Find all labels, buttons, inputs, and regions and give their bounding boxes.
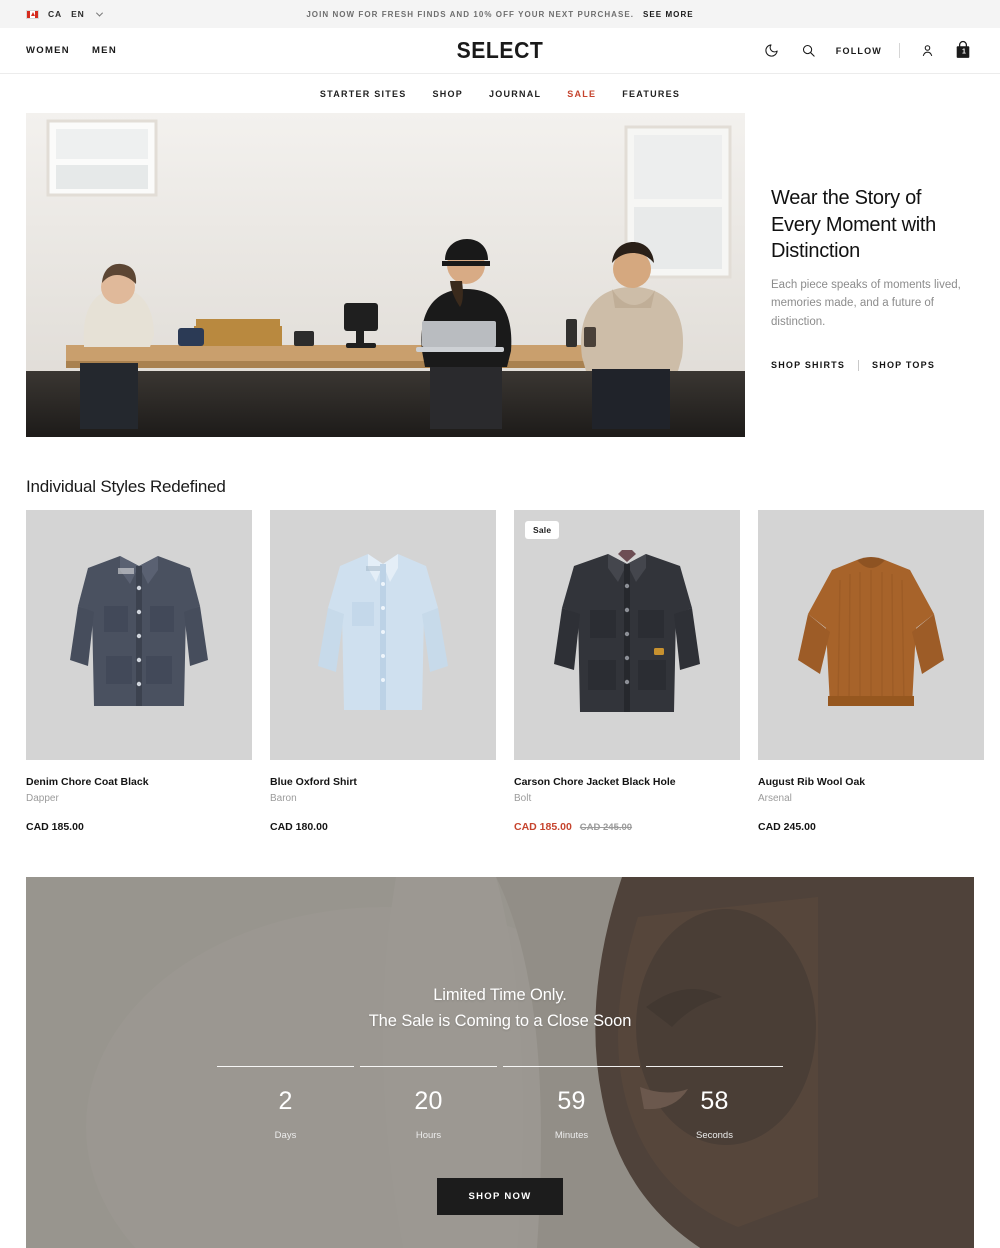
product-brand: Bolt — [514, 793, 532, 804]
chevron-down-icon — [95, 9, 103, 17]
product-price: CAD 180.00 — [270, 821, 496, 833]
product-name: Denim Chore Coat Black — [26, 776, 149, 788]
secondary-navigation: STARTER SITES SHOP JOURNAL SALE FEATURES — [0, 74, 1000, 113]
nav-item-starter-sites[interactable]: STARTER SITES — [320, 89, 407, 99]
product-list: Denim Chore Coat Black Dapper CAD 185.00 — [26, 510, 1000, 833]
countdown-days-label: Days — [274, 1130, 297, 1142]
product-brand: Baron — [270, 793, 297, 804]
shop-shirts-link[interactable]: SHOP SHIRTS — [771, 360, 845, 370]
product-card[interactable]: Blue Oxford Shirt Baron CAD 180.00 — [270, 510, 496, 833]
nav-item-sale[interactable]: SALE — [567, 89, 596, 99]
carson-chore-jacket-illustration — [514, 510, 740, 760]
shop-now-button[interactable]: SHOP NOW — [437, 1178, 563, 1216]
see-more-link[interactable]: SEE MORE — [643, 10, 694, 19]
product-name: Blue Oxford Shirt — [270, 776, 357, 788]
account-person-icon[interactable] — [917, 41, 937, 61]
product-brand: Arsenal — [758, 793, 792, 804]
hero-section: Wear the Story of Every Moment with Dist… — [0, 113, 1000, 437]
product-image[interactable] — [26, 510, 252, 760]
product-price-current: CAD 180.00 — [270, 821, 328, 833]
denim-chore-coat-illustration — [26, 510, 252, 760]
countdown-unit-days: 2 Days — [217, 1066, 354, 1141]
announcement-message-group: JOIN NOW FOR FRESH FINDS AND 10% OFF YOU… — [0, 0, 1000, 28]
announcement-message: JOIN NOW FOR FRESH FINDS AND 10% OFF YOU… — [306, 9, 635, 19]
hero-cta-group: SHOP SHIRTS SHOP TOPS — [771, 359, 974, 371]
shopping-bag-icon[interactable]: 1 — [954, 40, 974, 61]
product-price: CAD 245.00 — [758, 821, 984, 833]
locale-selector[interactable]: CA EN — [26, 9, 103, 19]
follow-button[interactable]: FOLLOW — [836, 46, 882, 56]
product-card[interactable]: Sale Carson Chore Jacket Black Hole Bolt… — [514, 510, 740, 833]
search-icon[interactable] — [799, 41, 819, 61]
header-divider — [899, 43, 900, 58]
product-price-compare-at: CAD 245.00 — [579, 822, 633, 833]
products-section-title: Individual Styles Redefined — [26, 477, 226, 496]
site-header: WOMEN MEN SELECT FOLLOW 1 — [0, 28, 1000, 74]
hero-cta-divider — [858, 359, 860, 371]
bag-count-badge: 1 — [962, 48, 966, 56]
canada-flag-icon — [26, 9, 39, 19]
product-name: August Rib Wool Oak — [758, 776, 866, 788]
moon-icon[interactable] — [762, 41, 782, 61]
product-image[interactable]: Sale — [514, 510, 740, 760]
hero-image[interactable] — [26, 113, 745, 437]
countdown-hours-label: Hours — [415, 1130, 442, 1142]
product-image[interactable] — [270, 510, 496, 760]
product-price-current: CAD 185.00 — [514, 821, 572, 833]
header-primary-links: WOMEN MEN — [26, 45, 117, 56]
product-price-current: CAD 245.00 — [758, 821, 816, 833]
countdown-timer: 2 Days 20 Hours 59 Minutes 58 Seconds — [214, 1066, 786, 1141]
countdown-unit-seconds: 58 Seconds — [646, 1066, 783, 1141]
header-link-men[interactable]: MEN — [92, 45, 117, 56]
product-price-current: CAD 185.00 — [26, 821, 84, 833]
locale-language-label: EN — [71, 9, 85, 19]
product-image[interactable] — [758, 510, 984, 760]
hero-title: Wear the Story of Every Moment with Dist… — [771, 187, 936, 263]
countdown-seconds-value: 58 — [700, 1087, 729, 1116]
announcement-bar: CA EN JOIN NOW FOR FRESH FINDS AND 10% O… — [0, 0, 1000, 28]
nav-item-shop[interactable]: SHOP — [432, 89, 463, 99]
banner-heading: Limited Time Only. The Sale is Coming to… — [368, 986, 632, 1031]
shop-tops-link[interactable]: SHOP TOPS — [872, 360, 935, 370]
product-brand: Dapper — [26, 793, 59, 804]
header-utility-group: FOLLOW 1 — [762, 40, 974, 61]
blue-oxford-shirt-illustration — [270, 510, 496, 760]
countdown-hours-value: 20 — [414, 1087, 443, 1116]
product-card[interactable]: August Rib Wool Oak Arsenal CAD 245.00 — [758, 510, 984, 833]
product-name: Carson Chore Jacket Black Hole — [514, 776, 676, 788]
countdown-unit-hours: 20 Hours — [360, 1066, 497, 1141]
banner-content: Limited Time Only. The Sale is Coming to… — [26, 982, 974, 1216]
countdown-banner: Limited Time Only. The Sale is Coming to… — [26, 877, 974, 1248]
product-carousel: Denim Chore Coat Black Dapper CAD 185.00 — [0, 510, 1000, 1167]
nav-item-features[interactable]: FEATURES — [622, 89, 680, 99]
countdown-minutes-value: 59 — [557, 1087, 586, 1116]
header-link-women[interactable]: WOMEN — [26, 45, 70, 56]
product-sale-badge: Sale — [525, 521, 560, 539]
product-card[interactable]: Denim Chore Coat Black Dapper CAD 185.00 — [26, 510, 252, 833]
countdown-seconds-label: Seconds — [696, 1130, 733, 1142]
august-rib-wool-sweater-illustration — [758, 510, 984, 760]
nav-item-journal[interactable]: JOURNAL — [489, 89, 541, 99]
hero-subtitle: Each piece speaks of moments lived, memo… — [771, 278, 961, 328]
countdown-minutes-label: Minutes — [554, 1130, 589, 1142]
product-price: CAD 185.00 CAD 245.00 — [514, 821, 740, 833]
countdown-days-value: 2 — [278, 1087, 293, 1116]
hero-photo-illustration — [26, 113, 745, 437]
countdown-unit-minutes: 59 Minutes — [503, 1066, 640, 1141]
locale-country-label: CA — [48, 9, 63, 19]
hero-copy: Wear the Story of Every Moment with Dist… — [771, 113, 974, 437]
product-price: CAD 185.00 — [26, 821, 252, 833]
